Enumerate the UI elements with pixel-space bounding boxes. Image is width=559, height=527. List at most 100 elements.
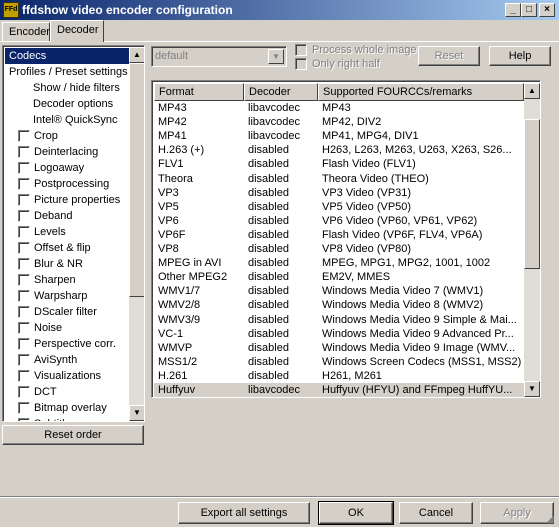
table-row[interactable]: MP41 libavcodec MP41, MPG4, DIV1	[154, 129, 524, 143]
table-row[interactable]: H.261 disabled H261, M261	[154, 369, 524, 383]
checkbox-box[interactable]	[295, 58, 307, 70]
filter-checkbox[interactable]	[18, 306, 30, 318]
sidebar-item[interactable]: Picture properties	[5, 192, 129, 208]
filter-checkbox[interactable]	[18, 258, 30, 270]
sidebar-item[interactable]: Deinterlacing	[5, 144, 129, 160]
maximize-button[interactable]: □	[521, 3, 537, 17]
table-row[interactable]: MPEG in AVI disabled MPEG, MPG1, MPG2, 100…	[154, 256, 524, 270]
close-button[interactable]: ×	[539, 3, 555, 17]
only-right-half-checkbox[interactable]: Only right half	[295, 58, 415, 72]
filter-checkbox[interactable]	[18, 386, 30, 398]
export-settings-button[interactable]: Export all settings	[178, 502, 310, 524]
table-row[interactable]: Theora disabled Theora Video (THEO)	[154, 172, 524, 186]
filter-checkbox[interactable]	[18, 162, 30, 174]
column-header-format[interactable]: Format	[154, 83, 244, 101]
sidebar-item[interactable]: DCT	[5, 384, 129, 400]
filter-checkbox[interactable]	[18, 370, 30, 382]
scroll-thumb[interactable]	[129, 63, 144, 297]
codec-table[interactable]: Format Decoder Supported FOURCCs/remarks…	[151, 80, 541, 398]
filter-checkbox[interactable]	[18, 210, 30, 222]
filter-checkbox[interactable]	[18, 322, 30, 334]
column-header-decoder[interactable]: Decoder	[244, 83, 318, 101]
table-row[interactable]: FLV1 disabled Flash Video (FLV1)	[154, 157, 524, 171]
table-row[interactable]: WMV1/7 disabled Windows Media Video 7 (WMV…	[154, 284, 524, 298]
filter-list[interactable]: Codecs Profiles / Preset settings Show / h…	[2, 45, 145, 422]
sidebar-item[interactable]: Subtitles	[5, 416, 129, 421]
sidebar-item[interactable]: Intel® QuickSync	[5, 112, 129, 128]
tab-encoder[interactable]: Encoder	[2, 22, 50, 42]
filter-checkbox[interactable]	[18, 146, 30, 158]
sidebar-item[interactable]: Codecs	[5, 48, 129, 64]
sidebar-item[interactable]: Levels	[5, 224, 129, 240]
format-cell: Other MPEG2	[158, 271, 228, 284]
filter-checkbox[interactable]	[18, 194, 30, 206]
title-bar[interactable]: FFd ffdshow video encoder configuration …	[0, 0, 559, 20]
filter-checkbox[interactable]	[18, 274, 30, 286]
ok-button[interactable]: OK	[318, 501, 394, 525]
table-row[interactable]: Other MPEG2 disabled EM2V, MMES	[154, 270, 524, 284]
filter-checkbox[interactable]	[18, 226, 30, 238]
cancel-button[interactable]: Cancel	[399, 502, 473, 524]
decoder-cell: disabled	[248, 327, 289, 340]
sidebar-item[interactable]: Blur & NR	[5, 256, 129, 272]
sidebar-item[interactable]: Show / hide filters	[5, 80, 129, 96]
resize-grip-icon[interactable]: ◢	[546, 514, 558, 526]
tab-decoder[interactable]: Decoder	[50, 20, 104, 42]
filter-list-scrollbar[interactable]: ▲ ▼	[129, 47, 144, 421]
table-row[interactable]: MSS1/2 disabled Windows Screen Codecs (MSS…	[154, 355, 524, 369]
table-row[interactable]: VP6F disabled Flash Video (VP6F, FLV4, VP6…	[154, 228, 524, 242]
filter-checkbox[interactable]	[18, 242, 30, 254]
table-row[interactable]: VC-1 disabled Windows Media Video 9 Advanc…	[154, 327, 524, 341]
sidebar-item[interactable]: Sharpen	[5, 272, 129, 288]
reset-order-button[interactable]: Reset order	[2, 425, 144, 445]
table-row[interactable]: VP3 disabled VP3 Video (VP31)	[154, 186, 524, 200]
sidebar-item[interactable]: Offset & flip	[5, 240, 129, 256]
scroll-down-icon[interactable]: ▼	[129, 405, 144, 421]
preset-select[interactable]: default ▼	[151, 46, 287, 67]
table-row[interactable]: Huffyuv libavcodec Huffyuv (HFYU) and FFmp…	[154, 383, 524, 397]
table-row[interactable]: VP6 disabled VP6 Video (VP60, VP61, VP62)	[154, 214, 524, 228]
filter-checkbox[interactable]	[18, 418, 30, 421]
sidebar-item[interactable]: Warpsharp	[5, 288, 129, 304]
sidebar-item[interactable]: Bitmap overlay	[5, 400, 129, 416]
sidebar-item[interactable]: Perspective corr.	[5, 336, 129, 352]
table-row[interactable]: H.263 (+) disabled H263, L263, M263, U263,…	[154, 143, 524, 157]
filter-checkbox[interactable]	[18, 178, 30, 190]
checkbox-box[interactable]	[295, 44, 307, 56]
sidebar-item[interactable]: AviSynth	[5, 352, 129, 368]
minimize-button[interactable]: _	[505, 3, 521, 17]
codec-table-scrollbar[interactable]: ▲ ▼	[524, 83, 540, 397]
sidebar-item[interactable]: Visualizations	[5, 368, 129, 384]
table-row[interactable]: VP8 disabled VP8 Video (VP80)	[154, 242, 524, 256]
sidebar-item[interactable]: Noise	[5, 320, 129, 336]
table-row[interactable]: WMVP disabled Windows Media Video 9 Image …	[154, 341, 524, 355]
table-row[interactable]: WMV3/9 disabled Windows Media Video 9 Simp…	[154, 313, 524, 327]
help-button[interactable]: Help	[489, 46, 551, 66]
table-row[interactable]: MJPEGdisabledMJPG, LJPG, MJLS	[154, 397, 524, 398]
table-row[interactable]: VP5 disabled VP5 Video (VP50)	[154, 200, 524, 214]
scroll-thumb[interactable]	[524, 119, 540, 269]
column-header-fourccs[interactable]: Supported FOURCCs/remarks	[318, 83, 524, 101]
reset-button[interactable]: Reset	[418, 46, 480, 66]
scroll-up-icon[interactable]: ▲	[129, 47, 144, 63]
sidebar-item[interactable]: Decoder options	[5, 96, 129, 112]
sidebar-item[interactable]: Logoaway	[5, 160, 129, 176]
filter-checkbox[interactable]	[18, 338, 30, 350]
filter-checkbox[interactable]	[18, 130, 30, 142]
sidebar-item[interactable]: Profiles / Preset settings	[5, 64, 129, 80]
sidebar-item[interactable]: Crop	[5, 128, 129, 144]
sidebar-item[interactable]: Deband	[5, 208, 129, 224]
sidebar-item[interactable]: DScaler filter	[5, 304, 129, 320]
filter-checkbox[interactable]	[18, 354, 30, 366]
table-row[interactable]: WMV2/8 disabled Windows Media Video 8 (WMV…	[154, 298, 524, 312]
process-whole-image-checkbox[interactable]: Process whole image	[295, 44, 417, 58]
scroll-up-icon[interactable]: ▲	[524, 83, 540, 99]
scroll-down-icon[interactable]: ▼	[524, 381, 540, 397]
filter-checkbox[interactable]	[18, 402, 30, 414]
sidebar-item[interactable]: Postprocessing	[5, 176, 129, 192]
filter-checkbox[interactable]	[18, 290, 30, 302]
table-row[interactable]: MP43 libavcodec MP43	[154, 101, 524, 115]
apply-button[interactable]: Apply	[480, 502, 554, 524]
chevron-down-icon[interactable]: ▼	[268, 49, 284, 64]
table-row[interactable]: MP42 libavcodec MP42, DIV2	[154, 115, 524, 129]
